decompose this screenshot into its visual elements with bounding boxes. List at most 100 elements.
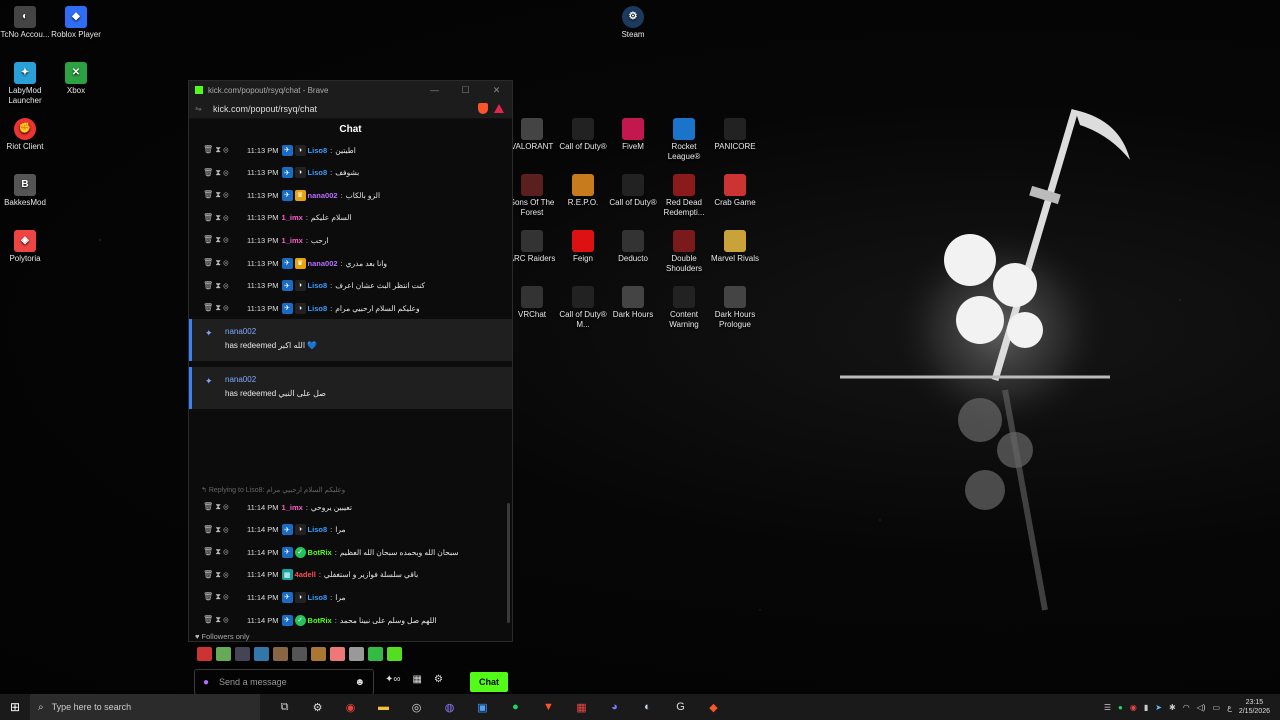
mic-icon[interactable]: ● [203,677,209,688]
emote-icon[interactable] [292,647,307,661]
desktop-icon-game[interactable]: Call of Duty® M... [555,286,611,330]
mod-actions-icon[interactable]: 🗑 ⧗ ⊜ [203,168,247,178]
tray-app-icon[interactable]: ◉ [1130,703,1137,712]
mod-actions-icon[interactable]: 🗑 ⧗ ⊜ [203,570,247,580]
chat-message[interactable]: 🗑 ⧗ ⊜ 11:14 PM ▦ 4adell: باقي سلسلة فوازير و… [203,566,503,584]
chat-message[interactable]: 🗑 ⧗ ⊜ 11:13 PM ✈ ◑ Liso8: بشوفف [203,164,503,182]
mod-actions-icon[interactable]: 🗑 ⧗ ⊜ [203,615,247,625]
task-view-icon[interactable]: ⧉ [268,701,301,714]
emote-icon[interactable] [254,647,269,661]
desktop-icon-game[interactable]: Dark Hours [605,286,661,320]
desktop-icon-game[interactable]: Call of Duty® [605,174,661,208]
message-username[interactable]: 1_imx [282,236,303,245]
desktop-icon-game[interactable]: Double Shoulders [656,230,712,274]
tray-app-icon[interactable]: ● [1118,703,1123,712]
chat-message[interactable]: 🗑 ⧗ ⊜ 11:14 PM ✈ ✓ BotRix: سبحان الله وبحمده … [203,543,503,561]
kick-points-icon[interactable]: ✦∞ [385,674,401,685]
desktop-icon-game[interactable]: PANICORE [707,118,763,152]
obs-icon[interactable]: ◎ [400,701,433,714]
chat-message[interactable]: 🗑 ⧗ ⊜ 11:14 PM ✈ ✓ BotRix: اللهم صل وسلم على … [203,611,503,629]
taskbar-search[interactable]: ⌕ Type here to search [30,694,260,720]
tray-app-icon[interactable]: ✱ [1169,703,1176,712]
start-button[interactable]: ⊞ [0,694,30,720]
chat-message[interactable]: 🗑 ⧗ ⊜ 11:14 PM 1_imx: تعيبين يروحي [203,498,503,516]
clock[interactable]: 23:15 2/15/2026 [1239,698,1270,716]
discord-active-icon[interactable]: ◍ [433,701,466,714]
steam-taskbar-icon[interactable]: ◐ [631,701,664,714]
emoji-icon[interactable]: ☻ [354,677,365,688]
message-username[interactable]: Liso8 [308,146,328,155]
emote-icon[interactable] [368,647,383,661]
tray-app-icon[interactable]: ➤ [1155,703,1162,712]
app-icon[interactable]: ▦ [565,701,598,714]
maximize-button[interactable]: ☐ [450,85,481,96]
chat-scrollbar[interactable] [507,503,510,623]
desktop-icon-polytoria[interactable]: ◈ Polytoria [0,230,50,264]
mod-actions-icon[interactable]: 🗑 ⧗ ⊜ [203,502,247,512]
chat-message[interactable]: 🗑 ⧗ ⊜ 11:14 PM ✈ ◑ Liso8: مرا [203,521,503,539]
redeem-username[interactable]: nana002 [225,375,256,384]
mod-actions-icon[interactable]: 🗑 ⧗ ⊜ [203,145,247,155]
message-username[interactable]: nana002 [308,259,338,268]
network-icon[interactable]: ☰ [1104,703,1111,712]
message-username[interactable]: BotRix [308,616,332,625]
file-explorer-icon[interactable]: ▬ [367,701,400,714]
desktop-icon-game[interactable]: Marvel Rivals [707,230,763,264]
emote-icon[interactable] [197,647,212,661]
mod-actions-icon[interactable]: 🗑 ⧗ ⊜ [203,258,247,268]
mic-tray-icon[interactable]: ▮ [1144,703,1148,712]
message-username[interactable]: Liso8 [308,525,328,534]
message-username[interactable]: 1_imx [282,503,303,512]
emote-icon[interactable] [387,647,402,661]
send-chat-button[interactable]: Chat [470,672,508,692]
emote-icon[interactable] [273,647,288,661]
redeem-username[interactable]: nana002 [225,327,256,336]
app-icon[interactable]: ◆ [697,701,730,714]
keyboard-language[interactable]: ع [1227,703,1232,712]
message-input[interactable]: ● Send a message ☻ [194,669,374,695]
desktop-icon-game[interactable]: Deducto [605,230,661,264]
mod-actions-icon[interactable]: 🗑 ⧗ ⊜ [203,190,247,200]
desktop-icon-riot[interactable]: ✊ Riot Client [0,118,50,152]
desktop-icon-game[interactable]: Call of Duty® [555,118,611,152]
chat-message[interactable]: 🗑 ⧗ ⊜ 11:14 PM ✈ ◑ Liso8: مرا [203,588,503,606]
desktop-icon-roblox[interactable]: ◆ Roblox Player [48,6,104,40]
desktop-icon-game[interactable]: R.E.P.O. [555,174,611,208]
message-username[interactable]: 1_imx [282,213,303,222]
chat-message[interactable]: 🗑 ⧗ ⊜ 11:13 PM 1_imx: السلام عليكم [203,209,503,227]
message-username[interactable]: Liso8 [308,304,328,313]
desktop-icon-game[interactable]: Crab Game [707,174,763,208]
emote-icon[interactable] [311,647,326,661]
brave-icon[interactable]: ▼ [532,701,565,714]
desktop-icon-xbox[interactable]: ✕ Xbox [48,62,104,96]
settings-icon[interactable]: ⚙ [434,674,443,685]
message-username[interactable]: nana002 [308,191,338,200]
app-icon[interactable]: ▣ [466,701,499,714]
desktop-icon-game[interactable]: Red Dead Redempti... [656,174,712,218]
message-username[interactable]: 4adell [295,570,316,579]
chat-message[interactable]: 🗑 ⧗ ⊜ 11:13 PM ✈ ♛ nana002: الزو بالكاب [203,186,503,204]
spotify-icon[interactable]: ● [499,701,532,714]
desktop-icon-game[interactable]: Content Warning [656,286,712,330]
minimize-button[interactable]: — [419,85,450,96]
desktop-icon-game[interactable]: FiveM [605,118,661,152]
mod-actions-icon[interactable]: 🗑 ⧗ ⊜ [203,547,247,557]
emote-icon[interactable] [330,647,345,661]
desktop-icon-steam[interactable]: ⚙ Steam [605,6,661,40]
mod-actions-icon[interactable]: 🗑 ⧗ ⊜ [203,281,247,291]
mod-actions-icon[interactable]: 🗑 ⧗ ⊜ [203,235,247,245]
mod-actions-icon[interactable]: 🗑 ⧗ ⊜ [203,303,247,313]
chat-message[interactable]: 🗑 ⧗ ⊜ 11:13 PM ✈ ◑ Liso8: اطيتين [203,141,503,159]
desktop-icon-labymod[interactable]: ✦ LabyMod Launcher [0,62,50,106]
desktop-icon-tcno[interactable]: ◐ TcNo Accou... [0,6,50,40]
emote-icon[interactable] [216,647,231,661]
message-username[interactable]: BotRix [308,548,332,557]
app-icon[interactable]: G [664,701,697,714]
desktop-icon-game[interactable]: Rocket League® [656,118,712,162]
brave-rewards-icon[interactable] [494,104,504,113]
volume-icon[interactable]: ◁) [1197,703,1206,712]
gift-icon[interactable]: ▦ [413,674,422,685]
message-username[interactable]: Liso8 [308,168,328,177]
mod-actions-icon[interactable]: 🗑 ⧗ ⊜ [203,213,247,223]
mod-actions-icon[interactable]: 🗑 ⧗ ⊜ [203,592,247,602]
